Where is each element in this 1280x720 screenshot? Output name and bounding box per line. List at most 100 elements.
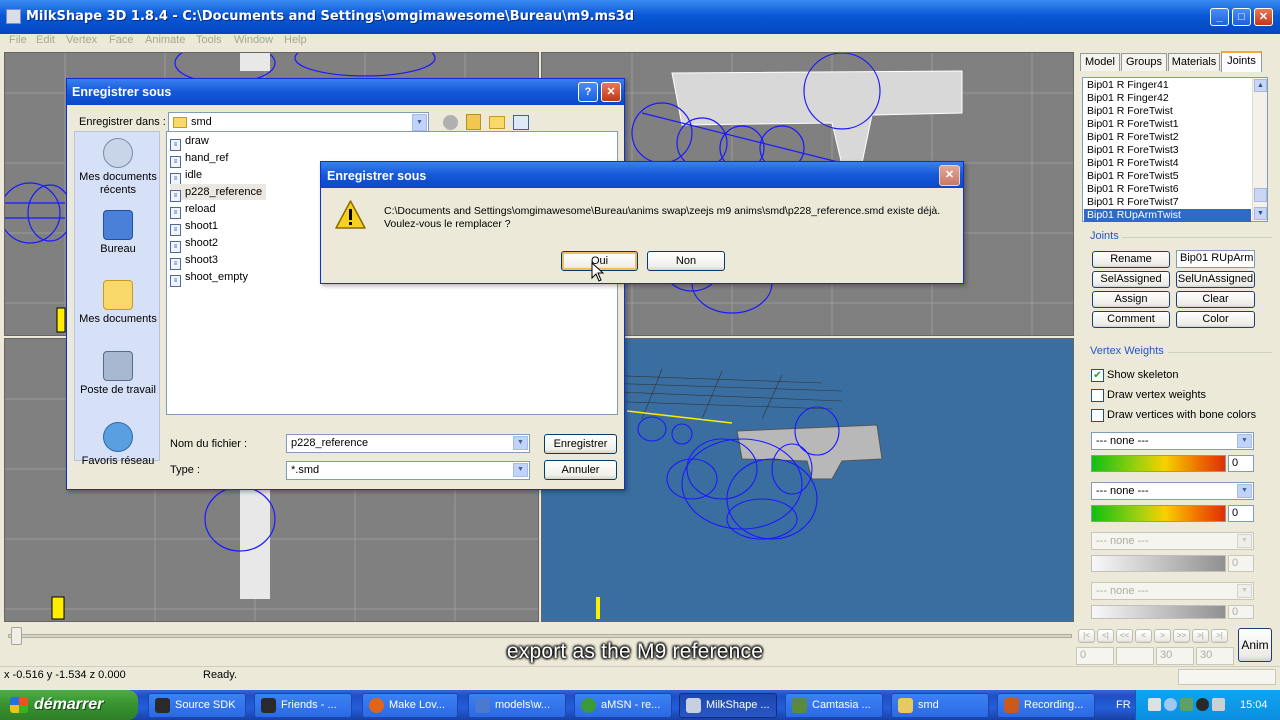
- joint-item[interactable]: Bip01 R ForeTwist5: [1087, 170, 1179, 183]
- close-button[interactable]: ✕: [1254, 8, 1273, 26]
- tab-model[interactable]: Model: [1080, 53, 1120, 71]
- maximize-button[interactable]: □: [1232, 8, 1251, 26]
- new-folder-icon[interactable]: [489, 116, 505, 129]
- joint-item[interactable]: Bip01 R ForeTwist2: [1087, 131, 1179, 144]
- rename-button[interactable]: Rename: [1092, 251, 1170, 268]
- up-folder-icon[interactable]: [466, 114, 481, 130]
- taskbar-models[interactable]: models\w...: [468, 693, 566, 718]
- file-item-highlighted[interactable]: ≡ p228_reference: [170, 184, 267, 202]
- taskbar-camtasia[interactable]: Camtasia ...: [785, 693, 883, 718]
- taskbar-smd-folder[interactable]: smd: [891, 693, 989, 718]
- language-indicator[interactable]: FR: [1116, 699, 1131, 711]
- menu-vertex[interactable]: Vertex: [66, 34, 97, 46]
- save-button[interactable]: Enregistrer: [544, 434, 617, 454]
- weight-slider-2[interactable]: [1091, 505, 1226, 522]
- place-label: Mes documents: [79, 313, 157, 325]
- joint-item[interactable]: Bip01 R ForeTwist: [1087, 105, 1173, 118]
- weight-value-2[interactable]: 0: [1228, 505, 1254, 522]
- show-skeleton-label: Show skeleton: [1107, 369, 1179, 381]
- comment-button[interactable]: Comment: [1092, 311, 1170, 328]
- joint-item[interactable]: Bip01 R Finger42: [1087, 92, 1169, 105]
- file-item[interactable]: ≡ shoot2: [170, 235, 218, 253]
- taskbar-friends[interactable]: Friends - ...: [254, 693, 352, 718]
- joint-item[interactable]: Bip01 R ForeTwist1: [1087, 118, 1179, 131]
- file-item[interactable]: ≡ idle: [170, 167, 203, 185]
- show-skeleton-checkbox[interactable]: ✔: [1091, 369, 1104, 382]
- save-dialog-title[interactable]: Enregistrer sous: [67, 79, 624, 105]
- joint-item[interactable]: Bip01 R ForeTwist3: [1087, 144, 1179, 157]
- clear-button[interactable]: Clear: [1176, 291, 1255, 308]
- weight-value-1[interactable]: 0: [1228, 455, 1254, 472]
- joint-item[interactable]: Bip01 R ForeTwist7: [1087, 196, 1179, 209]
- taskbar-milkshape[interactable]: MilkShape ...: [679, 693, 777, 718]
- menu-window[interactable]: Window: [234, 34, 273, 46]
- menu-edit[interactable]: Edit: [36, 34, 55, 46]
- place-my-documents[interactable]: Mes documents: [75, 280, 161, 326]
- tab-joints[interactable]: Joints: [1221, 51, 1262, 72]
- menu-face[interactable]: Face: [109, 34, 133, 46]
- assign-button[interactable]: Assign: [1092, 291, 1170, 308]
- file-item[interactable]: ≡ shoot1: [170, 218, 218, 236]
- tray-icon[interactable]: [1180, 698, 1193, 711]
- file-item[interactable]: ≡ shoot_empty: [170, 269, 248, 287]
- no-button[interactable]: Non: [647, 251, 725, 271]
- tray-icon[interactable]: [1164, 698, 1177, 711]
- menu-file[interactable]: File: [9, 34, 27, 46]
- minimize-button[interactable]: _: [1210, 8, 1229, 26]
- tab-materials[interactable]: Materials: [1168, 53, 1220, 71]
- tray-icon[interactable]: [1148, 698, 1161, 711]
- file-item[interactable]: ≡ shoot3: [170, 252, 218, 270]
- volume-icon[interactable]: [1212, 698, 1225, 711]
- scroll-thumb[interactable]: [1254, 188, 1267, 202]
- timeline-track[interactable]: [8, 634, 1072, 638]
- file-name: idle: [185, 169, 203, 181]
- selassigned-button[interactable]: SelAssigned: [1092, 271, 1170, 288]
- joint-item[interactable]: Bip01 R Finger41: [1087, 79, 1169, 92]
- taskbar-recording[interactable]: Recording...: [997, 693, 1095, 718]
- back-icon[interactable]: [443, 115, 458, 130]
- taskbar-source-sdk[interactable]: Source SDK: [148, 693, 246, 718]
- file-item[interactable]: ≡ reload: [170, 201, 216, 219]
- menu-tools[interactable]: Tools: [196, 34, 222, 46]
- taskbar-amsn[interactable]: aMSN - re...: [574, 693, 672, 718]
- color-button[interactable]: Color: [1176, 311, 1255, 328]
- confirm-dialog-title[interactable]: Enregistrer sous: [321, 162, 963, 188]
- menu-help[interactable]: Help: [284, 34, 307, 46]
- file-item[interactable]: ≡ draw: [170, 133, 209, 151]
- place-my-computer[interactable]: Poste de travail: [75, 351, 161, 397]
- menu-animate[interactable]: Animate: [145, 34, 185, 46]
- dialog-close-button[interactable]: ✕: [601, 82, 621, 102]
- taskbar-firefox[interactable]: Make Lov...: [362, 693, 458, 718]
- joint-item[interactable]: Bip01 R ForeTwist4: [1087, 157, 1179, 170]
- view-menu-icon[interactable]: [513, 115, 529, 130]
- joint-item-selected[interactable]: Bip01 RUpArmTwist: [1084, 209, 1251, 222]
- place-desktop[interactable]: Bureau: [75, 210, 161, 256]
- scroll-down-icon[interactable]: ▼: [1254, 207, 1267, 220]
- app-title-bar[interactable]: MilkShape 3D 1.8.4 - C:\Documents and Se…: [0, 0, 1280, 34]
- clock[interactable]: 15:04: [1240, 699, 1268, 711]
- selunassigned-button[interactable]: SelUnAssigned: [1176, 271, 1255, 288]
- place-network[interactable]: Favoris réseau: [75, 422, 161, 468]
- joint-item[interactable]: Bip01 R ForeTwist6: [1087, 183, 1179, 196]
- taskbar-label: models\w...: [495, 699, 551, 711]
- file-item[interactable]: ≡ hand_ref: [170, 150, 228, 168]
- joint-name-field[interactable]: Bip01 RUpArm: [1176, 250, 1255, 268]
- scroll-up-icon[interactable]: ▲: [1254, 79, 1267, 92]
- tab-groups[interactable]: Groups: [1121, 53, 1167, 71]
- cancel-button[interactable]: Annuler: [544, 460, 617, 480]
- weight-slider-1[interactable]: [1091, 455, 1226, 472]
- confirm-close-button[interactable]: ✕: [939, 165, 960, 186]
- filename-input[interactable]: p228_reference ▼: [286, 434, 530, 453]
- place-recent[interactable]: Mes documents récents: [75, 138, 161, 197]
- weight-joint-select-1[interactable]: --- none --- ▼: [1091, 432, 1254, 450]
- joints-list[interactable]: Bip01 R Finger41 Bip01 R Finger42 Bip01 …: [1082, 77, 1268, 222]
- type-select[interactable]: *.smd ▼: [286, 461, 530, 480]
- weight-joint-select-2[interactable]: --- none --- ▼: [1091, 482, 1254, 500]
- joints-list-scrollbar[interactable]: ▲ ▼: [1252, 78, 1267, 221]
- save-in-select[interactable]: smd ▼: [168, 112, 429, 133]
- draw-vertices-bone-colors-checkbox[interactable]: [1091, 409, 1104, 422]
- draw-vertex-weights-checkbox[interactable]: [1091, 389, 1104, 402]
- start-button[interactable]: démarrer: [0, 690, 138, 720]
- tray-icon[interactable]: [1196, 698, 1209, 711]
- help-button[interactable]: ?: [578, 82, 598, 102]
